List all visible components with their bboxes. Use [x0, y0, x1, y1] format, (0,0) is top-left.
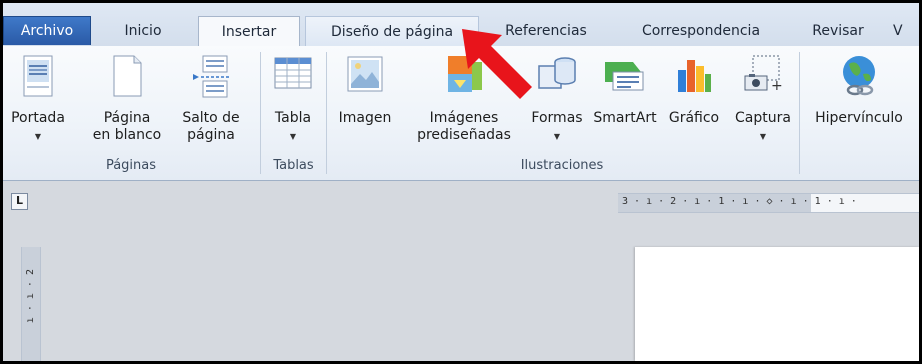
formas-label: Formas: [531, 110, 583, 126]
hipervinculo-label: Hipervínculo: [815, 110, 903, 126]
grafico-label: Gráfico: [668, 110, 720, 126]
pagina-en-blanco-line1: Página: [103, 110, 151, 126]
group-separator: [326, 52, 327, 174]
salto-de-pagina-label: Salto de página: [173, 110, 249, 144]
page-break-icon: [193, 55, 229, 98]
group-separator: [799, 52, 800, 174]
horizontal-ruler[interactable]: 3 · ı · 2 · ı · 1 · ı · ◇ · ı · 1 · ı ·: [618, 193, 919, 213]
pagina-en-blanco-label: Página en blanco: [91, 110, 163, 144]
group-label-tablas: Tablas: [273, 158, 314, 173]
horizontal-ruler-marks: 3 · ı · 2 · ı · 1 · ı · ◇ · ı · 1 · ı ·: [622, 196, 857, 207]
picture-icon: [347, 56, 383, 92]
chart-icon: [678, 60, 711, 92]
pagina-en-blanco-line2: en blanco: [92, 127, 162, 143]
group-label-paginas: Páginas: [105, 158, 157, 173]
document-workspace: L 3 · ı · 2 · ı · 1 · ı · ◇ · ı · 1 · ı …: [3, 181, 919, 361]
imagenes-predisenadas-line1: Imágenes: [429, 110, 499, 126]
word-window: Archivo Inicio Insertar Diseño de página…: [3, 3, 919, 361]
imagenes-predisenadas-label: Imágenes prediseñadas: [405, 110, 523, 144]
group-separator: [260, 52, 261, 174]
tab-inicio[interactable]: Inicio: [99, 16, 187, 46]
imagenes-predisenadas-line2: prediseñadas: [417, 127, 511, 143]
group-label-ilustraciones: Ilustraciones: [520, 158, 604, 173]
portada-dropdown-arrow[interactable]: ▼: [35, 132, 41, 141]
tab-archivo[interactable]: Archivo: [3, 16, 91, 45]
tabla-label: Tabla: [274, 110, 312, 126]
screenshot-icon: +: [744, 55, 783, 94]
captura-label: Captura: [735, 110, 791, 126]
tab-selector[interactable]: L: [11, 193, 28, 210]
smartart-label: SmartArt: [593, 110, 657, 126]
captura-dropdown-arrow[interactable]: ▼: [760, 132, 766, 141]
tab-revisar[interactable]: Revisar: [793, 16, 883, 46]
blank-page-icon: [113, 55, 142, 97]
tab-insertar[interactable]: Insertar: [198, 16, 300, 48]
salto-de-pagina-line2: página: [187, 127, 235, 143]
tabla-dropdown-arrow[interactable]: ▼: [290, 132, 296, 141]
tab-vista-partial[interactable]: V: [893, 16, 919, 46]
cover-page-icon: [23, 55, 53, 97]
hyperlink-globe-icon: [843, 56, 875, 96]
red-arrow-icon: [462, 29, 532, 99]
vertical-ruler-marks: ı · ı · 2: [25, 269, 36, 324]
table-icon: [274, 57, 312, 89]
vertical-ruler[interactable]: ı · ı · 2: [21, 247, 41, 361]
svg-text:+: +: [771, 78, 783, 94]
document-page[interactable]: [635, 247, 919, 361]
imagen-label: Imagen: [338, 110, 392, 126]
portada-label: Portada: [11, 110, 65, 126]
smartart-icon: [605, 62, 644, 91]
tab-correspondencia[interactable]: Correspondencia: [621, 16, 781, 46]
shapes-icon: [538, 57, 576, 89]
tab-diseno-de-pagina[interactable]: Diseño de página: [305, 16, 479, 47]
formas-dropdown-arrow[interactable]: ▼: [554, 132, 560, 141]
salto-de-pagina-line1: Salto de: [182, 110, 240, 126]
